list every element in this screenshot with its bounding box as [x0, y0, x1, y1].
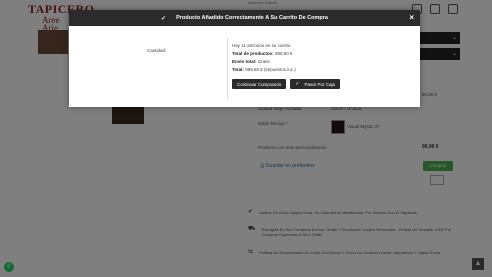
- modal-actions: Continuar Comprando ✓ Pasar Por Caja: [232, 79, 340, 89]
- continue-shopping-button[interactable]: Continuar Comprando: [232, 79, 287, 89]
- divider: [227, 38, 228, 100]
- modal-title: Producto Añadido Correctamente A Su Carr…: [176, 15, 328, 21]
- modal-body: Cantidad: Hay 11 artículos en su carrito…: [69, 26, 420, 107]
- close-icon[interactable]: ×: [409, 13, 414, 22]
- quantity-label: Cantidad:: [147, 48, 167, 53]
- cart-items-count: Hay 11 artículos en su carrito.: [232, 43, 292, 48]
- total-products: Total de productos: 999,60 €: [232, 51, 293, 56]
- checkout-button[interactable]: ✓ Pasar Por Caja: [290, 79, 340, 89]
- modal-header: ✓ Producto Añadido Correctamente A Su Ca…: [69, 10, 420, 26]
- shipping-total: Envío total: Gratis: [232, 59, 270, 64]
- check-icon: ✓: [161, 15, 167, 22]
- add-to-cart-modal: ✓ Producto Añadido Correctamente A Su Ca…: [69, 10, 420, 107]
- cart-summary: Hay 11 artículos en su carrito. Total de…: [232, 42, 296, 74]
- check-icon: ✓: [295, 81, 300, 87]
- order-total: Total: 999,60 € (impuestos inc.): [232, 67, 296, 72]
